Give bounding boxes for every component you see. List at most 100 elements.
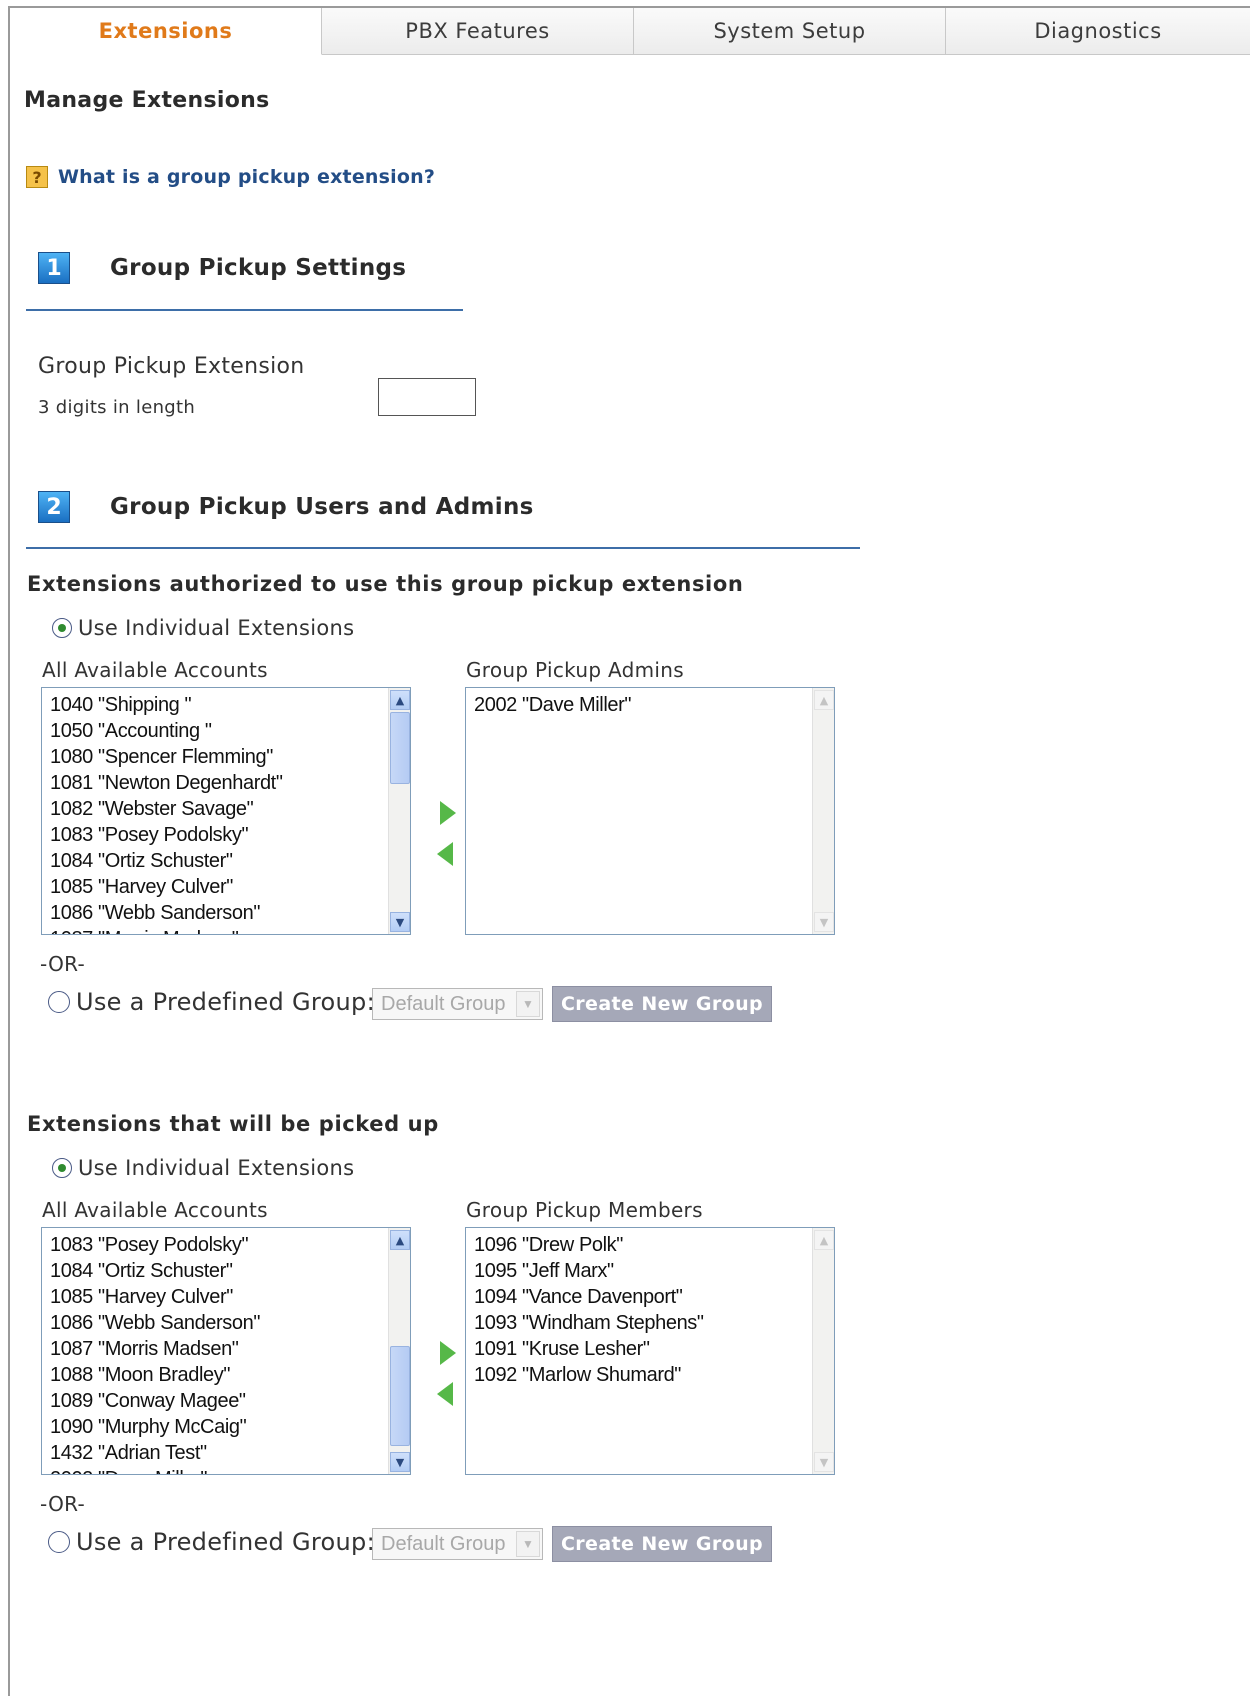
authorized-available-label: All Available Accounts — [42, 658, 268, 682]
step-2-title: Group Pickup Users and Admins — [110, 494, 534, 520]
list-item[interactable]: 1087 "Morris Madsen" — [50, 926, 388, 934]
step-1-header: 1 Group Pickup Settings — [38, 252, 406, 284]
scroll-down-icon[interactable]: ▼ — [390, 1452, 410, 1472]
pickedup-group-radio[interactable] — [48, 1531, 70, 1553]
list-item[interactable]: 1088 "Moon Bradley" — [50, 1362, 388, 1388]
pickedup-available-label: All Available Accounts — [42, 1198, 268, 1222]
scroll-up-icon[interactable]: ▲ — [390, 1230, 410, 1250]
scroll-down-icon[interactable]: ▼ — [390, 912, 410, 932]
add-admin-arrow-icon[interactable] — [440, 801, 456, 825]
list-item[interactable]: 1081 "Newton Degenhardt" — [50, 770, 388, 796]
step-1-title: Group Pickup Settings — [110, 255, 407, 281]
pickedup-heading: Extensions that will be picked up — [27, 1112, 439, 1136]
pickedup-individual-radio[interactable] — [52, 1158, 72, 1178]
list-item[interactable]: 1080 "Spencer Flemming" — [50, 744, 388, 770]
authorized-available-items: 1040 "Shipping " 1050 "Accounting " 1080 "… — [42, 688, 388, 934]
pickedup-individual-option[interactable]: Use Individual Extensions — [52, 1156, 354, 1180]
authorized-create-group-button[interactable]: Create New Group — [552, 986, 772, 1022]
pickedup-group-select-value: Default Group — [381, 1532, 506, 1555]
group-pickup-members-items: 1096 "Drew Polk" 1095 "Jeff Marx" 1094 "Va… — [466, 1228, 812, 1474]
tab-diagnostics[interactable]: Diagnostics — [946, 8, 1250, 55]
list-item[interactable]: 1084 "Ortiz Schuster" — [50, 1258, 388, 1284]
scroll-up-icon[interactable]: ▲ — [390, 690, 410, 710]
list-item[interactable]: 1082 "Webster Savage" — [50, 796, 388, 822]
list-item[interactable]: 1084 "Ortiz Schuster" — [50, 848, 388, 874]
authorized-available-scrollbar[interactable]: ▲ ▼ — [388, 688, 410, 934]
authorized-group-option[interactable]: Use a Predefined Group: — [48, 988, 375, 1016]
authorized-heading: Extensions authorized to use this group … — [27, 572, 744, 596]
pickedup-available-scrollbar[interactable]: ▲ ▼ — [388, 1228, 410, 1474]
list-item[interactable]: 1091 "Kruse Lesher" — [474, 1336, 812, 1362]
scroll-down-icon: ▼ — [814, 912, 834, 932]
page-title: Manage Extensions — [24, 88, 270, 113]
authorized-or-text: -OR- — [40, 952, 86, 976]
group-pickup-extension-label: Group Pickup Extension — [38, 354, 305, 379]
group-pickup-admins-list[interactable]: 2002 "Dave Miller" ▲ ▼ — [465, 687, 835, 935]
admins-scrollbar: ▲ ▼ — [812, 688, 834, 934]
authorized-available-list[interactable]: 1040 "Shipping " 1050 "Accounting " 1080 "… — [41, 687, 411, 935]
question-icon: ? — [26, 166, 48, 188]
pickedup-group-label: Use a Predefined Group: — [76, 1528, 375, 1556]
scroll-up-icon: ▲ — [814, 690, 834, 710]
add-member-arrow-icon[interactable] — [440, 1341, 456, 1365]
step-1-divider — [26, 309, 463, 311]
list-item[interactable]: 1094 "Vance Davenport" — [474, 1284, 812, 1310]
scroll-up-icon: ▲ — [814, 1230, 834, 1250]
step-number-1-icon: 1 — [38, 252, 70, 284]
list-item[interactable]: 1096 "Drew Polk" — [474, 1232, 812, 1258]
pickedup-or-text: -OR- — [40, 1492, 86, 1516]
authorized-group-label: Use a Predefined Group: — [76, 988, 375, 1016]
list-item[interactable]: 1050 "Accounting " — [50, 718, 388, 744]
list-item[interactable]: 1089 "Conway Magee" — [50, 1388, 388, 1414]
list-item[interactable]: 2002 "Dave Miller" — [474, 692, 812, 718]
list-item[interactable]: 1083 "Posey Podolsky" — [50, 822, 388, 848]
pickedup-available-items: 1083 "Posey Podolsky" 1084 "Ortiz Schuste… — [42, 1228, 388, 1474]
list-item[interactable]: 1432 "Adrian Test" — [50, 1440, 388, 1466]
list-item[interactable]: 1086 "Webb Sanderson" — [50, 1310, 388, 1336]
members-scrollbar: ▲ ▼ — [812, 1228, 834, 1474]
list-item[interactable]: 2002 "Dave Miller" — [50, 1466, 388, 1474]
help-link[interactable]: What is a group pickup extension? — [58, 166, 435, 188]
chevron-down-icon: ▼ — [516, 1531, 540, 1557]
tab-extensions[interactable]: Extensions — [10, 8, 322, 55]
chevron-down-icon: ▼ — [516, 991, 540, 1017]
list-item[interactable]: 1095 "Jeff Marx" — [474, 1258, 812, 1284]
remove-member-arrow-icon[interactable] — [437, 1382, 453, 1406]
pickedup-group-select[interactable]: Default Group ▼ — [372, 1528, 543, 1560]
authorized-group-select-value: Default Group — [381, 992, 506, 1015]
pickedup-available-list[interactable]: 1083 "Posey Podolsky" 1084 "Ortiz Schuste… — [41, 1227, 411, 1475]
help-row: ? What is a group pickup extension? — [26, 166, 435, 188]
list-item[interactable]: 1086 "Webb Sanderson" — [50, 900, 388, 926]
step-2-header: 2 Group Pickup Users and Admins — [38, 491, 534, 523]
authorized-group-radio[interactable] — [48, 991, 70, 1013]
authorized-individual-radio[interactable] — [52, 618, 72, 638]
list-item[interactable]: 1040 "Shipping " — [50, 692, 388, 718]
pickedup-individual-label: Use Individual Extensions — [78, 1156, 355, 1180]
list-item[interactable]: 1085 "Harvey Culver" — [50, 1284, 388, 1310]
tab-pbx-features[interactable]: PBX Features — [322, 8, 634, 55]
scroll-thumb[interactable] — [390, 712, 410, 784]
list-item[interactable]: 1087 "Morris Madsen" — [50, 1336, 388, 1362]
list-item[interactable]: 1093 "Windham Stephens" — [474, 1310, 812, 1336]
remove-admin-arrow-icon[interactable] — [437, 842, 453, 866]
main-tabs: Extensions PBX Features System Setup Dia… — [10, 8, 1250, 56]
pickedup-group-option[interactable]: Use a Predefined Group: — [48, 1528, 375, 1556]
list-item[interactable]: 1083 "Posey Podolsky" — [50, 1232, 388, 1258]
list-item[interactable]: 1085 "Harvey Culver" — [50, 874, 388, 900]
tab-system-setup[interactable]: System Setup — [634, 8, 946, 55]
authorized-individual-label: Use Individual Extensions — [78, 616, 355, 640]
group-pickup-members-label: Group Pickup Members — [466, 1198, 703, 1222]
list-item[interactable]: 1092 "Marlow Shumard" — [474, 1362, 812, 1388]
extension-hint: 3 digits in length — [38, 397, 196, 418]
step-2-divider — [26, 547, 860, 549]
scroll-thumb[interactable] — [390, 1346, 410, 1446]
group-pickup-members-list[interactable]: 1096 "Drew Polk" 1095 "Jeff Marx" 1094 "Va… — [465, 1227, 835, 1475]
group-pickup-extension-input[interactable] — [378, 378, 476, 416]
pickedup-create-group-button[interactable]: Create New Group — [552, 1526, 772, 1562]
list-item[interactable]: 1090 "Murphy McCaig" — [50, 1414, 388, 1440]
authorized-group-select[interactable]: Default Group ▼ — [372, 988, 543, 1020]
step-number-2-icon: 2 — [38, 491, 70, 523]
group-pickup-admins-items: 2002 "Dave Miller" — [466, 688, 812, 934]
authorized-individual-option[interactable]: Use Individual Extensions — [52, 616, 354, 640]
group-pickup-admins-label: Group Pickup Admins — [466, 658, 684, 682]
